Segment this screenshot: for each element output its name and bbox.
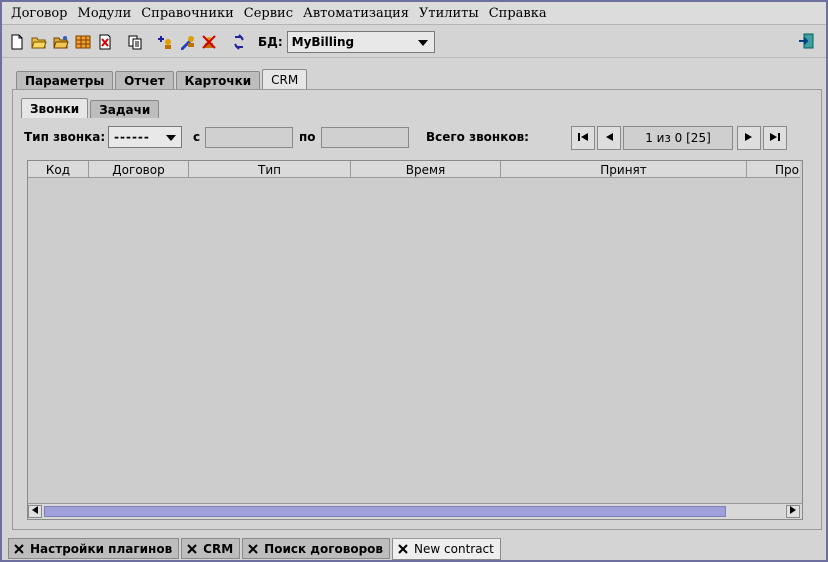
scroll-left-button[interactable]: [28, 505, 42, 518]
column-header-type[interactable]: Тип: [189, 161, 351, 177]
menu-item-utilities[interactable]: Утилиты: [414, 6, 484, 21]
next-page-button[interactable]: [737, 126, 761, 150]
date-from-input[interactable]: [205, 127, 293, 148]
first-page-button[interactable]: [571, 126, 595, 150]
date-to-label: по: [299, 130, 316, 144]
tab-cards[interactable]: Карточки: [175, 71, 261, 90]
doc-tab-plugin-settings[interactable]: Настройки плагинов: [8, 538, 180, 559]
prev-page-button[interactable]: [597, 126, 621, 150]
doc-tab-label: New contract: [414, 542, 494, 556]
edit-user-icon[interactable]: [178, 33, 196, 51]
table-icon[interactable]: [74, 33, 92, 51]
scroll-right-button[interactable]: [786, 505, 800, 518]
exit-icon[interactable]: [798, 32, 816, 50]
arrow-right-icon: [790, 506, 796, 517]
doc-tab-label: Поиск договоров: [264, 541, 384, 556]
tab-report[interactable]: Отчет: [115, 71, 174, 90]
doc-tab-label: CRM: [203, 541, 234, 556]
close-icon[interactable]: [186, 543, 198, 555]
doc-tab-new-contract[interactable]: New contract: [392, 538, 501, 560]
remove-user-icon[interactable]: [200, 33, 218, 51]
page-indicator: 1 из 0 [25]: [623, 126, 733, 150]
database-label: БД:: [258, 34, 283, 49]
tab-parameters[interactable]: Параметры: [16, 71, 114, 90]
last-page-icon: [770, 132, 780, 144]
close-icon[interactable]: [247, 543, 259, 555]
tab-crm[interactable]: CRM: [262, 69, 308, 90]
menu-item-help[interactable]: Справка: [484, 6, 552, 21]
chevron-down-icon: [417, 35, 428, 49]
menu-bar: Договор Модули Справочники Сервис Автома…: [2, 2, 826, 25]
open-folder-alt-icon[interactable]: [52, 33, 70, 51]
refresh-icon[interactable]: [230, 33, 248, 51]
main-tab-bar: Параметры Отчет Карточки CRM: [16, 69, 309, 90]
doc-tab-contract-search[interactable]: Поиск договоров: [242, 538, 391, 559]
database-select[interactable]: MyBilling: [286, 30, 435, 53]
next-page-icon: [745, 132, 753, 144]
prev-page-icon: [605, 132, 613, 144]
total-calls-label: Всего звонков:: [426, 130, 529, 144]
scrollbar-thumb[interactable]: [44, 506, 726, 517]
menu-item-directories[interactable]: Справочники: [136, 6, 239, 21]
close-icon[interactable]: [13, 543, 25, 555]
delete-document-icon[interactable]: [96, 33, 114, 51]
doc-tab-label: Настройки плагинов: [30, 541, 173, 556]
call-type-select[interactable]: ------: [108, 126, 182, 148]
chevron-down-icon: [166, 130, 176, 144]
table-header: Код Договор Тип Время Принят Про: [28, 161, 800, 178]
call-type-value: ------: [114, 130, 150, 144]
column-header-accepted[interactable]: Принят: [501, 161, 747, 177]
arrow-left-icon: [32, 506, 38, 517]
new-document-icon[interactable]: [8, 33, 26, 51]
close-icon[interactable]: [397, 543, 409, 555]
toolbar: БД: MyBilling: [2, 26, 826, 58]
menu-item-service[interactable]: Сервис: [239, 6, 298, 21]
call-type-label: Тип звонка:: [24, 130, 106, 144]
database-select-value: MyBilling: [291, 34, 355, 49]
document-tab-bar: Настройки плагинов CRM Поиск договоров N…: [8, 538, 503, 560]
last-page-button[interactable]: [763, 126, 787, 150]
column-header-time[interactable]: Время: [351, 161, 501, 177]
column-header-contract[interactable]: Договор: [89, 161, 189, 177]
tab-tasks[interactable]: Задачи: [90, 100, 160, 118]
date-to-input[interactable]: [321, 127, 409, 148]
menu-item-contract[interactable]: Договор: [6, 6, 73, 21]
table-body: [28, 179, 802, 503]
doc-tab-crm[interactable]: CRM: [181, 538, 241, 559]
date-from-label: с: [193, 130, 201, 144]
sub-tab-bar: Звонки Задачи: [21, 98, 161, 118]
menu-item-modules[interactable]: Модули: [73, 6, 137, 21]
horizontal-scrollbar[interactable]: [28, 503, 802, 519]
tab-calls[interactable]: Звонки: [21, 98, 89, 118]
crm-panel: Звонки Задачи Тип звонка: ------ с по Вс…: [12, 89, 822, 530]
copy-icon[interactable]: [126, 33, 144, 51]
menu-item-automation[interactable]: Автоматизация: [298, 6, 414, 21]
calls-filter: Тип звонка: ------ с по Всего звонков: 1…: [13, 124, 821, 150]
calls-table: Код Договор Тип Время Принят Про: [27, 160, 803, 520]
column-header-truncated[interactable]: Про: [747, 161, 800, 177]
add-user-icon[interactable]: [156, 33, 174, 51]
main-window: Договор Модули Справочники Сервис Автома…: [0, 0, 828, 562]
open-folder-icon[interactable]: [30, 33, 48, 51]
first-page-icon: [578, 132, 588, 144]
column-header-code[interactable]: Код: [28, 161, 89, 177]
